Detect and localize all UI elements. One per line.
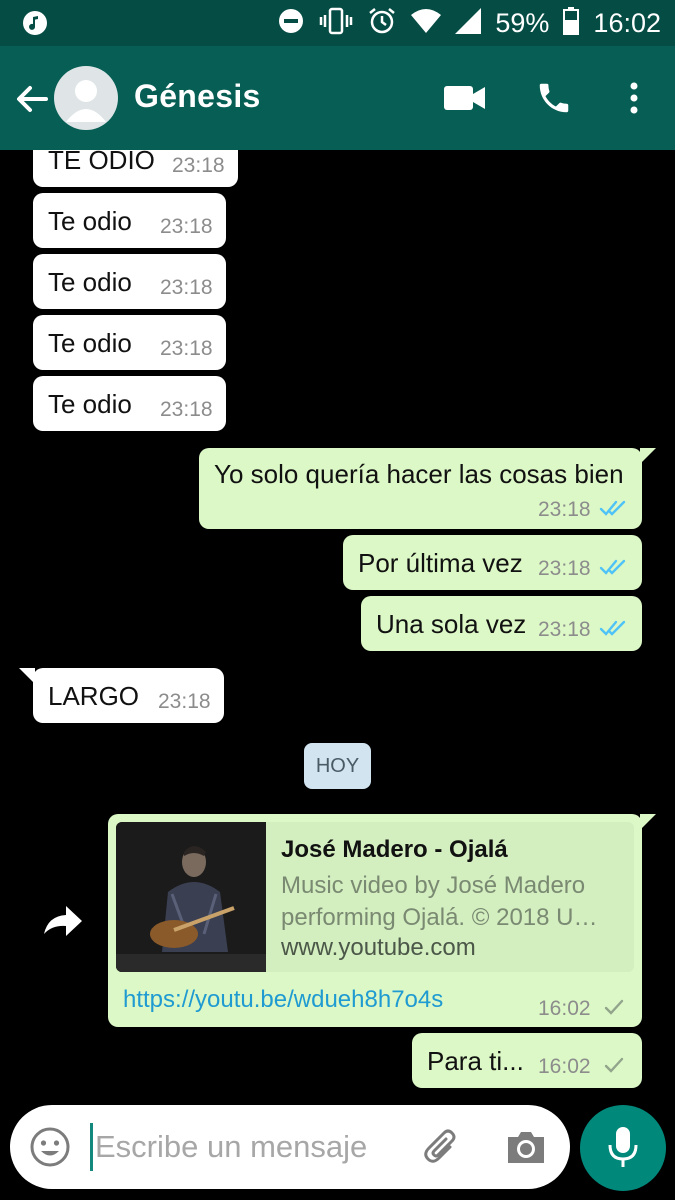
video-call-icon[interactable] [443,76,487,120]
video-thumbnail[interactable] [116,822,266,972]
link-site: www.youtube.com [281,934,476,961]
signal-icon [455,7,482,39]
link-preview-card[interactable]: José Madero - Ojalá Music video by José … [116,822,634,972]
paperclip-icon[interactable] [420,1125,464,1169]
link-description: Music video by José Madero performing Oj… [281,870,626,934]
phone-call-icon[interactable] [532,76,576,120]
delivered-tick-icon [604,999,624,1015]
link-description-line: Music video by José Madero [281,872,586,899]
read-ticks-icon [599,620,626,636]
message-input[interactable] [90,1123,400,1171]
link-description-line: performing Ojalá. © 2018 U… [281,904,598,931]
contact-name[interactable]: Génesis [134,78,261,115]
message-text: Por última vez [358,548,523,578]
link-title: José Madero - Ojalá [281,836,508,863]
message-link[interactable]: https://youtu.be/wdueh8h7o4s [123,986,443,1014]
chat-header: Génesis [0,46,675,150]
message-text: LARGO [48,681,140,711]
clock: 16:02 [593,7,661,38]
status-bar: 59% 16:02 [0,0,675,46]
chat-area[interactable]: TE ODIO 23:18 Te odio 23:18 Te odio 23:1… [0,150,675,1105]
more-vert-icon[interactable] [612,76,656,120]
message-text: TE ODIO [48,150,155,175]
dnd-icon [277,7,305,40]
message-text: Te odio [48,328,132,358]
message-composer [10,1105,570,1189]
battery-percent: 59% [495,7,550,38]
message-time: 23:18 [160,276,213,299]
message-text: Una sola vez [376,609,527,639]
message-text: Te odio [48,267,132,297]
message-text: Para ti... [427,1046,524,1076]
vibrate-icon [319,7,353,40]
message-time: 23:18 [538,498,591,521]
battery-icon [563,6,580,40]
message-outgoing-link[interactable]: José Madero - Ojalá Music video by José … [108,814,656,1027]
message-outgoing[interactable]: Por última vez 23:18 [343,535,642,590]
message-text: Te odio [48,389,132,419]
message-time: 16:02 [538,1055,591,1078]
date-divider: HOY [304,743,371,789]
back-arrow-icon[interactable] [12,79,52,119]
message-incoming[interactable]: Te odio 23:18 [33,376,226,431]
message-incoming[interactable]: Te odio 23:18 [33,315,226,370]
message-incoming[interactable]: Te odio 23:18 [33,193,226,248]
music-note-icon [22,10,48,41]
message-time: 23:18 [538,557,591,580]
message-text: Te odio [48,206,132,236]
avatar-icon[interactable] [54,66,118,130]
message-incoming[interactable]: TE ODIO 23:18 [33,150,238,187]
mic-icon[interactable] [580,1105,666,1191]
alarm-icon [367,6,397,41]
message-time: 23:18 [158,690,211,713]
wifi-icon [411,8,442,39]
message-time: 23:18 [538,618,591,641]
message-time: 16:02 [538,997,591,1020]
read-ticks-icon [599,559,626,575]
emoji-icon[interactable] [28,1125,72,1169]
message-outgoing[interactable]: Yo solo quería hacer las cosas bien 23:1… [199,448,656,529]
camera-icon[interactable] [504,1125,548,1169]
message-incoming[interactable]: LARGO 23:18 [19,668,224,723]
delivered-tick-icon [604,1057,624,1073]
message-outgoing[interactable]: Una sola vez 23:18 [361,596,642,651]
forward-icon[interactable] [40,902,86,942]
message-incoming[interactable]: Te odio 23:18 [33,254,226,309]
message-time: 23:18 [172,154,225,177]
message-time: 23:18 [160,398,213,421]
message-outgoing[interactable]: Para ti... 16:02 [412,1033,642,1088]
message-time: 23:18 [160,215,213,238]
message-text: Yo solo quería hacer las cosas bien [214,459,624,489]
message-time: 23:18 [160,337,213,360]
read-ticks-icon [599,500,626,516]
